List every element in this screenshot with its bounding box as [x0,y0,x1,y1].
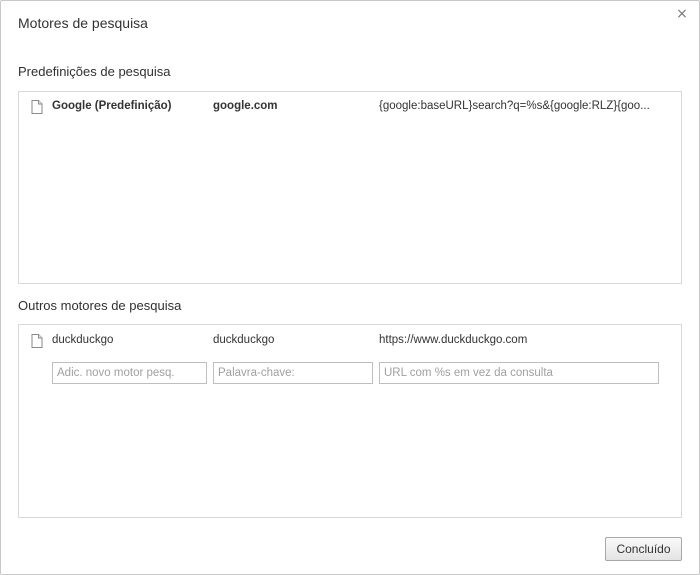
other-search-list: duckduckgo duckduckgo https://www.duckdu… [18,324,682,518]
new-engine-keyword-input[interactable] [213,362,373,384]
new-search-engine-row [19,362,681,384]
done-button[interactable]: Concluído [605,537,682,561]
default-search-heading: Predefinições de pesquisa [18,64,171,79]
search-engine-row-duckduckgo[interactable]: duckduckgo duckduckgo https://www.duckdu… [19,332,681,352]
close-icon[interactable]: × [675,7,689,21]
search-engine-url: {google:baseURL}search?q=%s&{google:RLZ}… [379,100,650,112]
new-engine-url-input[interactable] [379,362,659,384]
search-engine-name: Google (Predefinição) [52,100,172,112]
search-engine-url: https://www.duckduckgo.com [379,334,528,346]
search-engine-row-google[interactable]: Google (Predefinição) google.com {google… [19,98,681,118]
search-engine-keyword: google.com [213,100,278,112]
search-engine-keyword: duckduckgo [213,334,275,346]
other-search-heading: Outros motores de pesquisa [18,298,182,313]
new-engine-name-input[interactable] [52,362,207,384]
document-icon [31,334,43,348]
dialog-title: Motores de pesquisa [18,15,148,31]
search-engine-name: duckduckgo [52,334,114,346]
document-icon [31,100,43,114]
search-engines-dialog: Motores de pesquisa × Predefinições de p… [0,0,700,575]
default-search-list: Google (Predefinição) google.com {google… [18,91,682,284]
